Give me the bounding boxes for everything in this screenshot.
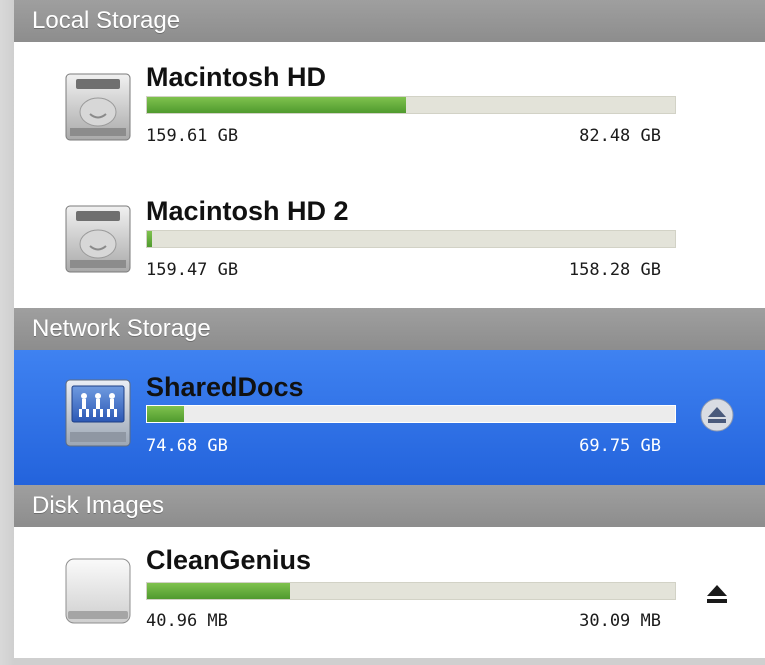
usage-bar-fill bbox=[147, 231, 153, 247]
disk-image-icon bbox=[65, 558, 131, 624]
volume-capacity: 159.61 GB bbox=[146, 126, 239, 146]
eject-icon bbox=[707, 585, 727, 603]
section-title: Local Storage bbox=[32, 7, 181, 34]
eject-button[interactable] bbox=[700, 577, 734, 611]
usage-bar bbox=[146, 582, 676, 600]
volume-capacity: 74.68 GB bbox=[146, 436, 228, 456]
section-header-local-storage: Local Storage bbox=[14, 0, 765, 42]
usage-bar-fill bbox=[147, 583, 290, 599]
volume-capacity: 40.96 MB bbox=[146, 611, 228, 631]
panel-bottom-edge bbox=[14, 658, 765, 665]
volume-capacity: 159.47 GB bbox=[146, 260, 239, 280]
usage-bar bbox=[146, 230, 676, 248]
volume-row-shareddocs[interactable]: SharedDocs 74.68 GB 69.75 GB bbox=[14, 350, 765, 485]
left-edge-rail bbox=[0, 0, 15, 665]
network-share-icon bbox=[65, 379, 131, 447]
volume-name: SharedDocs bbox=[146, 372, 304, 402]
volume-free-space: 82.48 GB bbox=[579, 126, 661, 146]
volume-name: Macintosh HD 2 bbox=[146, 196, 349, 226]
volume-row-cleangenius[interactable]: CleanGenius 40.96 MB 30.09 MB bbox=[14, 527, 765, 658]
volume-free-space: 30.09 MB bbox=[579, 611, 661, 631]
volume-free-space: 69.75 GB bbox=[579, 436, 661, 456]
hard-drive-icon bbox=[65, 73, 131, 141]
section-title: Disk Images bbox=[32, 492, 165, 519]
volume-name: Macintosh HD bbox=[146, 62, 327, 92]
eject-icon bbox=[700, 398, 734, 432]
usage-bar-fill bbox=[147, 97, 406, 113]
section-header-network-storage: Network Storage bbox=[14, 308, 765, 350]
usage-bar bbox=[146, 96, 676, 114]
volume-name: CleanGenius bbox=[146, 545, 312, 575]
usage-bar-fill bbox=[147, 406, 184, 422]
section-header-disk-images: Disk Images bbox=[14, 485, 765, 527]
section-title: Network Storage bbox=[32, 315, 211, 342]
eject-button[interactable] bbox=[700, 398, 734, 432]
storage-panel: Local Storage Macintosh HD 159.61 GB 82.… bbox=[14, 0, 765, 665]
usage-bar bbox=[146, 405, 676, 423]
volume-row-macintosh-hd[interactable]: Macintosh HD 159.61 GB 82.48 GB bbox=[14, 42, 765, 178]
hard-drive-icon bbox=[65, 205, 131, 273]
volume-row-macintosh-hd-2[interactable]: Macintosh HD 2 159.47 GB 158.28 GB bbox=[14, 178, 765, 308]
volume-free-space: 158.28 GB bbox=[568, 260, 661, 280]
